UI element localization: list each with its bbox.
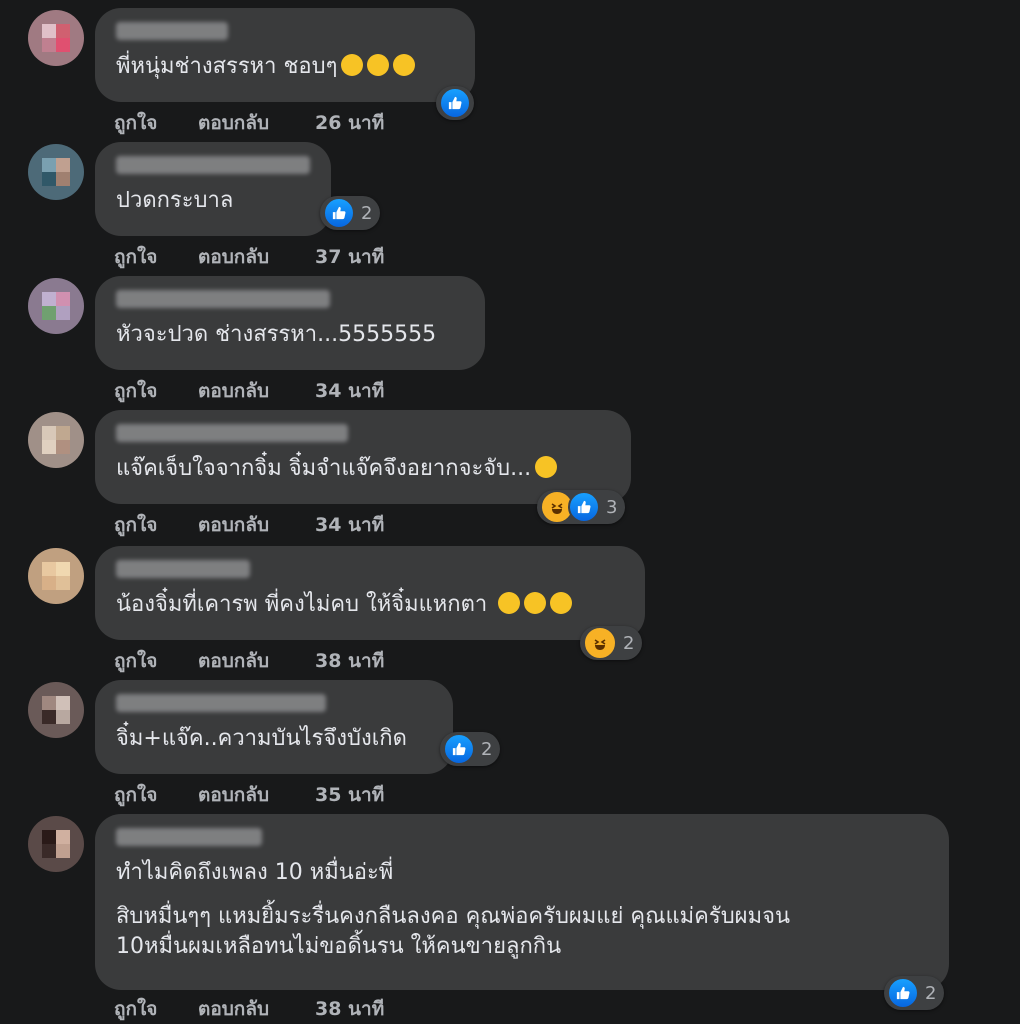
- rolling-laughing-face-icon: [498, 592, 521, 614]
- like-button[interactable]: ถูกใจ: [114, 646, 198, 676]
- like-icon: [443, 733, 475, 765]
- haha-icon: [583, 626, 617, 660]
- reaction-summary[interactable]: [436, 86, 474, 120]
- comment-text: หัวจะปวด ช่างสรรหา...5555555: [116, 322, 437, 347]
- comment-actions: ถูกใจ ตอบกลับ 34 นาที: [114, 376, 384, 406]
- reaction-summary[interactable]: 2: [884, 976, 945, 1010]
- comment-actions: ถูกใจ ตอบกลับ 34 นาที: [114, 510, 384, 540]
- reaction-count: 2: [481, 738, 493, 760]
- like-button[interactable]: ถูกใจ: [114, 994, 198, 1024]
- comment-actions: ถูกใจ ตอบกลับ 37 นาที: [114, 242, 384, 272]
- author-name-blurred[interactable]: [116, 290, 330, 308]
- reaction-count: 2: [361, 202, 373, 224]
- like-icon: [439, 87, 471, 119]
- rolling-laughing-face-icon: [524, 592, 547, 614]
- grinning-squinting-face-icon: [367, 54, 390, 76]
- reply-button[interactable]: ตอบกลับ: [198, 376, 315, 406]
- avatar[interactable]: [28, 10, 84, 66]
- reply-button[interactable]: ตอบกลับ: [198, 780, 315, 810]
- comment-bubble: ทำไมคิดถึงเพลง 10 หมื่นอ่ะพี่ สิบหมื่นๆๆ…: [95, 814, 949, 990]
- timestamp[interactable]: 38 นาที: [315, 994, 384, 1024]
- author-name-blurred[interactable]: [116, 828, 262, 846]
- timestamp[interactable]: 35 นาที: [315, 780, 384, 810]
- rolling-laughing-face-icon: [550, 592, 573, 614]
- comment-actions: ถูกใจ ตอบกลับ 38 นาที: [114, 994, 384, 1024]
- avatar[interactable]: [28, 816, 84, 872]
- like-button[interactable]: ถูกใจ: [114, 108, 198, 138]
- reply-button[interactable]: ตอบกลับ: [198, 242, 315, 272]
- comment-bubble: จิ๋ม+แจ๊ค..ความบันไรจึงบังเกิด: [95, 680, 453, 774]
- comment-bubble: ปวดกระบาล: [95, 142, 331, 236]
- comment-text: พี่หนุ่มช่างสรรหา ชอบๆ: [116, 54, 338, 79]
- timestamp[interactable]: 34 นาที: [315, 376, 384, 406]
- comment-bubble: น้องจิ๋มที่เคารพ พี่คงไม่คบ ให้จิ๋มแหกตา: [95, 546, 645, 640]
- rolling-laughing-face-icon: [535, 456, 558, 478]
- grinning-squinting-face-icon: [341, 54, 364, 76]
- comment-text: สิบหมื่นๆๆ แหมยิ้มระรื่นคงกลืนลงคอ คุณพ่…: [116, 904, 790, 929]
- comment-text: 10หมื่นผมเหลือทนไม่ขอดิ้นรน ให้คนขายลูกก…: [116, 934, 562, 959]
- like-button[interactable]: ถูกใจ: [114, 376, 198, 406]
- timestamp[interactable]: 37 นาที: [315, 242, 384, 272]
- like-icon: [568, 491, 600, 523]
- reply-button[interactable]: ตอบกลับ: [198, 994, 315, 1024]
- like-icon: [887, 977, 919, 1009]
- timestamp[interactable]: 26 นาที: [315, 108, 384, 138]
- reply-button[interactable]: ตอบกลับ: [198, 646, 315, 676]
- avatar[interactable]: [28, 548, 84, 604]
- like-button[interactable]: ถูกใจ: [114, 510, 198, 540]
- reaction-summary[interactable]: 2: [440, 732, 501, 766]
- timestamp[interactable]: 38 นาที: [315, 646, 384, 676]
- comment-text: น้องจิ๋มที่เคารพ พี่คงไม่คบ ให้จิ๋มแหกตา: [116, 592, 488, 617]
- author-name-blurred[interactable]: [116, 694, 326, 712]
- avatar[interactable]: [28, 682, 84, 738]
- reaction-summary[interactable]: 2: [580, 626, 643, 660]
- comment-text: ปวดกระบาล: [116, 188, 234, 213]
- reaction-count: 2: [623, 632, 635, 654]
- comment-bubble: หัวจะปวด ช่างสรรหา...5555555: [95, 276, 485, 370]
- comment-actions: ถูกใจ ตอบกลับ 35 นาที: [114, 780, 384, 810]
- author-name-blurred[interactable]: [116, 22, 228, 40]
- author-name-blurred[interactable]: [116, 560, 250, 578]
- avatar[interactable]: [28, 278, 84, 334]
- reply-button[interactable]: ตอบกลับ: [198, 108, 315, 138]
- author-name-blurred[interactable]: [116, 424, 348, 442]
- author-name-blurred[interactable]: [116, 156, 310, 174]
- comment-text: แจ๊คเจ็บใจจากจิ๋ม จิ๋มจำแจ๊คจึงอยากจะจับ…: [116, 456, 532, 481]
- comment-text: จิ๋ม+แจ๊ค..ความบันไรจึงบังเกิด: [116, 726, 407, 751]
- avatar[interactable]: [28, 144, 84, 200]
- comment-text: ทำไมคิดถึงเพลง 10 หมื่นอ่ะพี่: [116, 860, 394, 885]
- timestamp[interactable]: 34 นาที: [315, 510, 384, 540]
- avatar[interactable]: [28, 412, 84, 468]
- reaction-count: 3: [606, 496, 618, 518]
- like-button[interactable]: ถูกใจ: [114, 242, 198, 272]
- comment-actions: ถูกใจ ตอบกลับ 38 นาที: [114, 646, 384, 676]
- reaction-summary[interactable]: 3: [537, 490, 626, 524]
- like-icon: [323, 197, 355, 229]
- like-button[interactable]: ถูกใจ: [114, 780, 198, 810]
- reply-button[interactable]: ตอบกลับ: [198, 510, 315, 540]
- reaction-summary[interactable]: 2: [320, 196, 381, 230]
- comment-bubble: พี่หนุ่มช่างสรรหา ชอบๆ: [95, 8, 475, 102]
- reaction-count: 2: [925, 982, 937, 1004]
- grinning-squinting-face-icon: [393, 54, 416, 76]
- comment-actions: ถูกใจ ตอบกลับ 26 นาที: [114, 108, 384, 138]
